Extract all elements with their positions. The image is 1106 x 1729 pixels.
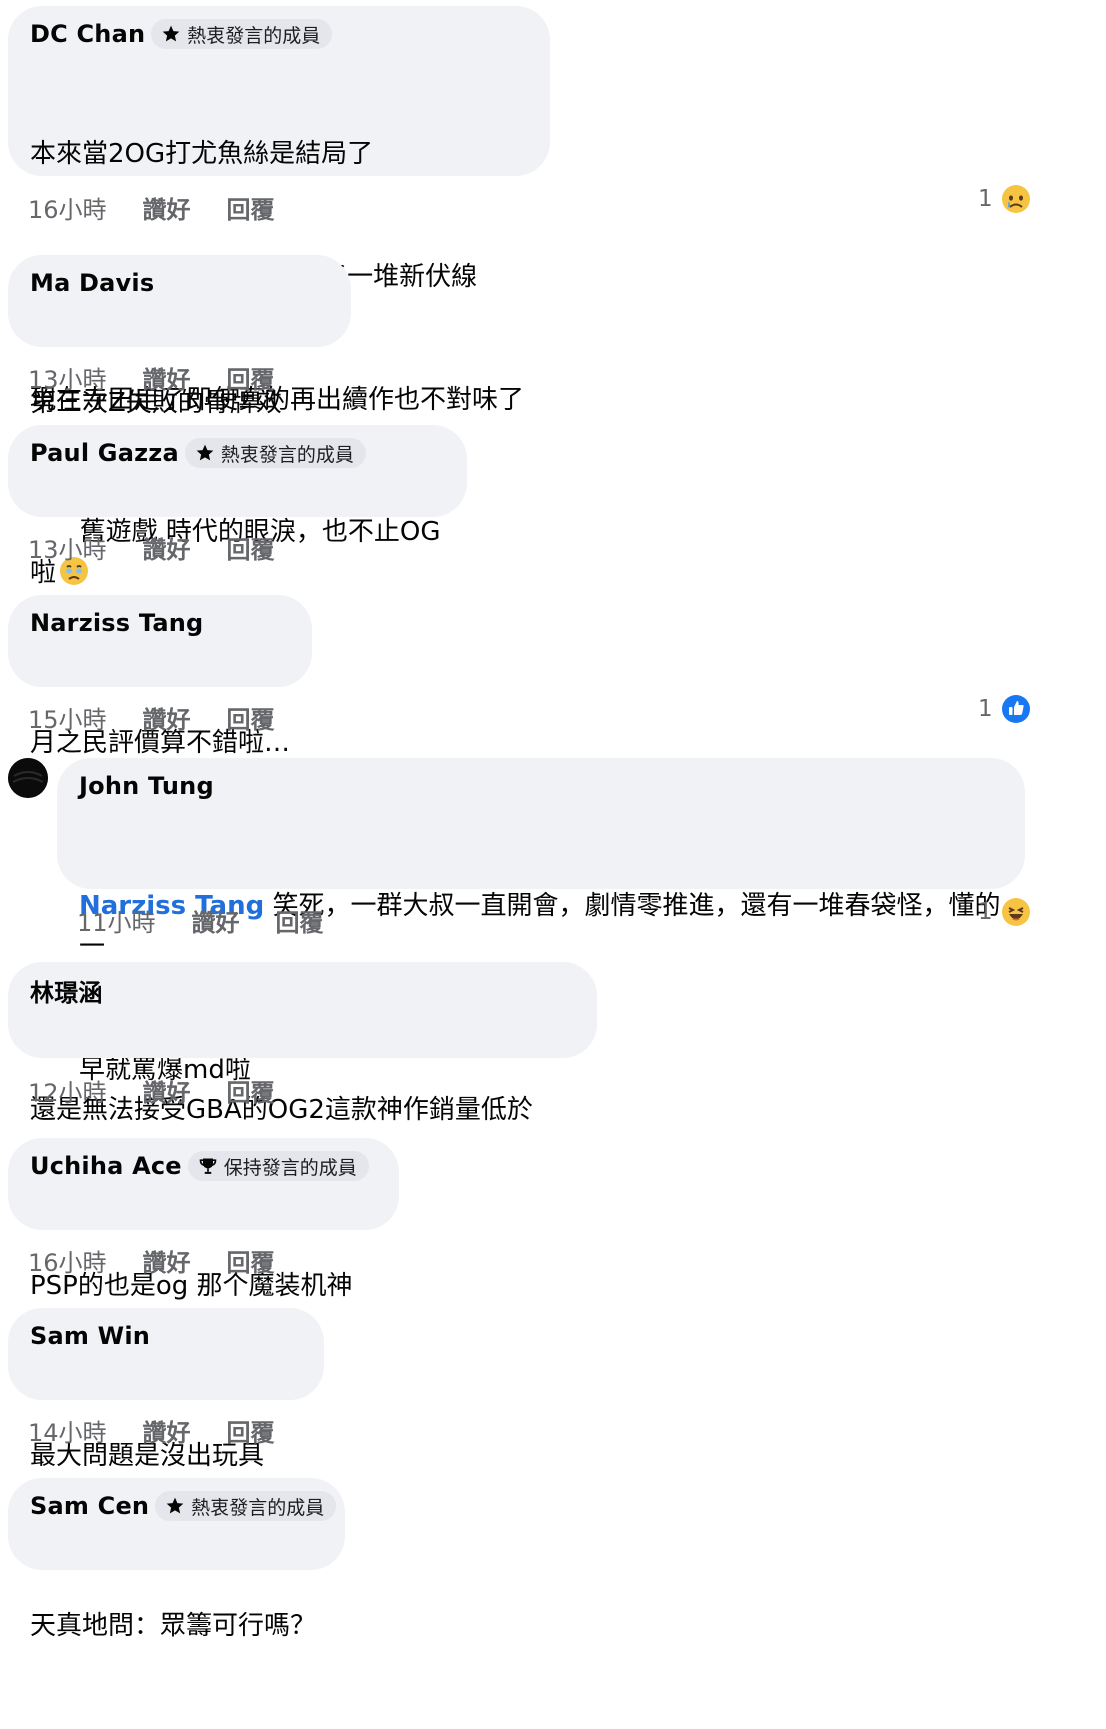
reply-button[interactable]: 回覆 [227, 530, 275, 565]
comment-author[interactable]: John Tung [79, 772, 214, 800]
reply-button[interactable]: 回覆 [276, 903, 324, 938]
comment-author[interactable]: Ma Davis [30, 269, 154, 297]
like-button[interactable]: 讚好 [192, 903, 240, 938]
comment-time[interactable]: 13小時 [28, 360, 107, 395]
star-icon [162, 25, 180, 42]
comment-meta: 14小時 讚好 回覆 [28, 1413, 275, 1448]
comment-bubble: 林璟涵 還是無法接受GBA的OG2這款神作銷量低於OG1 [8, 962, 597, 1166]
comment-meta: 15小時 讚好 回覆 [28, 700, 275, 735]
comment-meta: 13小時 讚好 回覆 [28, 360, 275, 395]
comment-time[interactable]: 11小時 [77, 903, 156, 938]
comment-bubble: Narziss Tang 月之民評價算不錯啦… [8, 595, 312, 758]
reply-button[interactable]: 回覆 [227, 1413, 275, 1448]
comment-text: 天真地問：眾籌可行嗎？ [30, 1524, 323, 1729]
haha-reaction-icon [1001, 898, 1030, 926]
comment-bubble: DC Chan 熱衷發言的成員 本來當2OG打尤魚絲是結局了 結果又多出一集OG… [8, 6, 550, 415]
comment-meta: 16小時 讚好 回覆 [28, 1243, 275, 1278]
sad-reaction-icon [1001, 185, 1030, 213]
reply-button[interactable]: 回覆 [227, 1243, 275, 1278]
comment-time[interactable]: 14小時 [28, 1413, 107, 1448]
comment-author[interactable]: 林璟涵 [30, 973, 103, 1008]
comment-bubble: John Tung Narziss Tang 笑死，一群大叔一直開會，劇情零推進… [57, 758, 1025, 1085]
reaction-summary[interactable]: 1 [978, 694, 1031, 724]
like-button[interactable]: 讚好 [143, 360, 191, 395]
reaction-count: 1 [978, 186, 993, 212]
comment-time[interactable]: 13小時 [28, 530, 107, 565]
comment-author[interactable]: Narziss Tang [30, 609, 203, 637]
comment-author[interactable]: Sam Cen [30, 1492, 149, 1520]
star-icon [166, 1497, 184, 1514]
reaction-summary[interactable]: 1 [978, 184, 1031, 214]
comment-bubble: Sam Cen 熱衷發言的成員 天真地問：眾籌可行嗎？ [8, 1478, 345, 1641]
like-reaction-icon [1001, 695, 1030, 723]
comment-time[interactable]: 12小時 [28, 1073, 107, 1108]
reaction-count: 1 [978, 696, 993, 722]
comment-bubble: Ma Davis 第三次Z失敗的骨牌效應... [8, 255, 351, 459]
comment-author[interactable]: Paul Gazza [30, 439, 179, 467]
like-button[interactable]: 讚好 [143, 1243, 191, 1278]
star-icon [196, 444, 214, 461]
badge-label: 熱衷發言的成員 [187, 24, 321, 47]
badge-label: 熱衷發言的成員 [191, 1496, 325, 1519]
comment-bubble: Paul Gazza 熱衷發言的成員 舊遊戲 時代的眼淚，也不止OG啦 [8, 425, 467, 588]
comment-bubble: Sam Win 最大問題是沒出玩具吧? [8, 1308, 324, 1512]
reaction-count: 1 [978, 899, 993, 925]
badge-label: 熱衷發言的成員 [220, 443, 354, 466]
member-badge[interactable]: 熱衷發言的成員 [184, 438, 366, 468]
comment-author[interactable]: DC Chan [30, 20, 145, 48]
comment-meta: 12小時 讚好 回覆 [28, 1073, 275, 1108]
comment-bubble: Uchiha Ace 保持發言的成員 PSP的也是og 那个魔装机神的 [8, 1138, 399, 1342]
member-badge[interactable]: 保持發言的成員 [187, 1151, 369, 1181]
badge-label: 保持發言的成員 [223, 1156, 357, 1179]
reply-button[interactable]: 回覆 [227, 700, 275, 735]
like-button[interactable]: 讚好 [143, 190, 191, 225]
reaction-summary[interactable]: 1 [978, 897, 1031, 927]
trophy-icon [199, 1158, 217, 1174]
like-button[interactable]: 讚好 [143, 700, 191, 735]
comment-author[interactable]: Uchiha Ace [30, 1152, 182, 1180]
comment-time[interactable]: 15小時 [28, 700, 107, 735]
comment-author[interactable]: Sam Win [30, 1322, 150, 1350]
member-badge[interactable]: 熱衷發言的成員 [155, 1491, 337, 1521]
like-button[interactable]: 讚好 [143, 530, 191, 565]
member-badge[interactable]: 熱衷發言的成員 [151, 19, 333, 49]
reply-button[interactable]: 回覆 [227, 360, 275, 395]
comment-meta: 13小時 讚好 回覆 [28, 530, 275, 565]
like-button[interactable]: 讚好 [143, 1073, 191, 1108]
avatar-image [8, 758, 48, 798]
comment-meta: 16小時 讚好 回覆 [28, 190, 275, 225]
comment-meta: 11小時 讚好 回覆 [77, 903, 324, 938]
reply-button[interactable]: 回覆 [227, 190, 275, 225]
comment-time[interactable]: 16小時 [28, 190, 107, 225]
comment-time[interactable]: 16小時 [28, 1243, 107, 1278]
avatar[interactable] [8, 758, 48, 798]
like-button[interactable]: 讚好 [143, 1413, 191, 1448]
reply-button[interactable]: 回覆 [227, 1073, 275, 1108]
comment-line: 本來當2OG打尤魚絲是結局了 [30, 139, 374, 169]
comment-line: 天真地問：眾籌可行嗎？ [30, 1611, 317, 1641]
